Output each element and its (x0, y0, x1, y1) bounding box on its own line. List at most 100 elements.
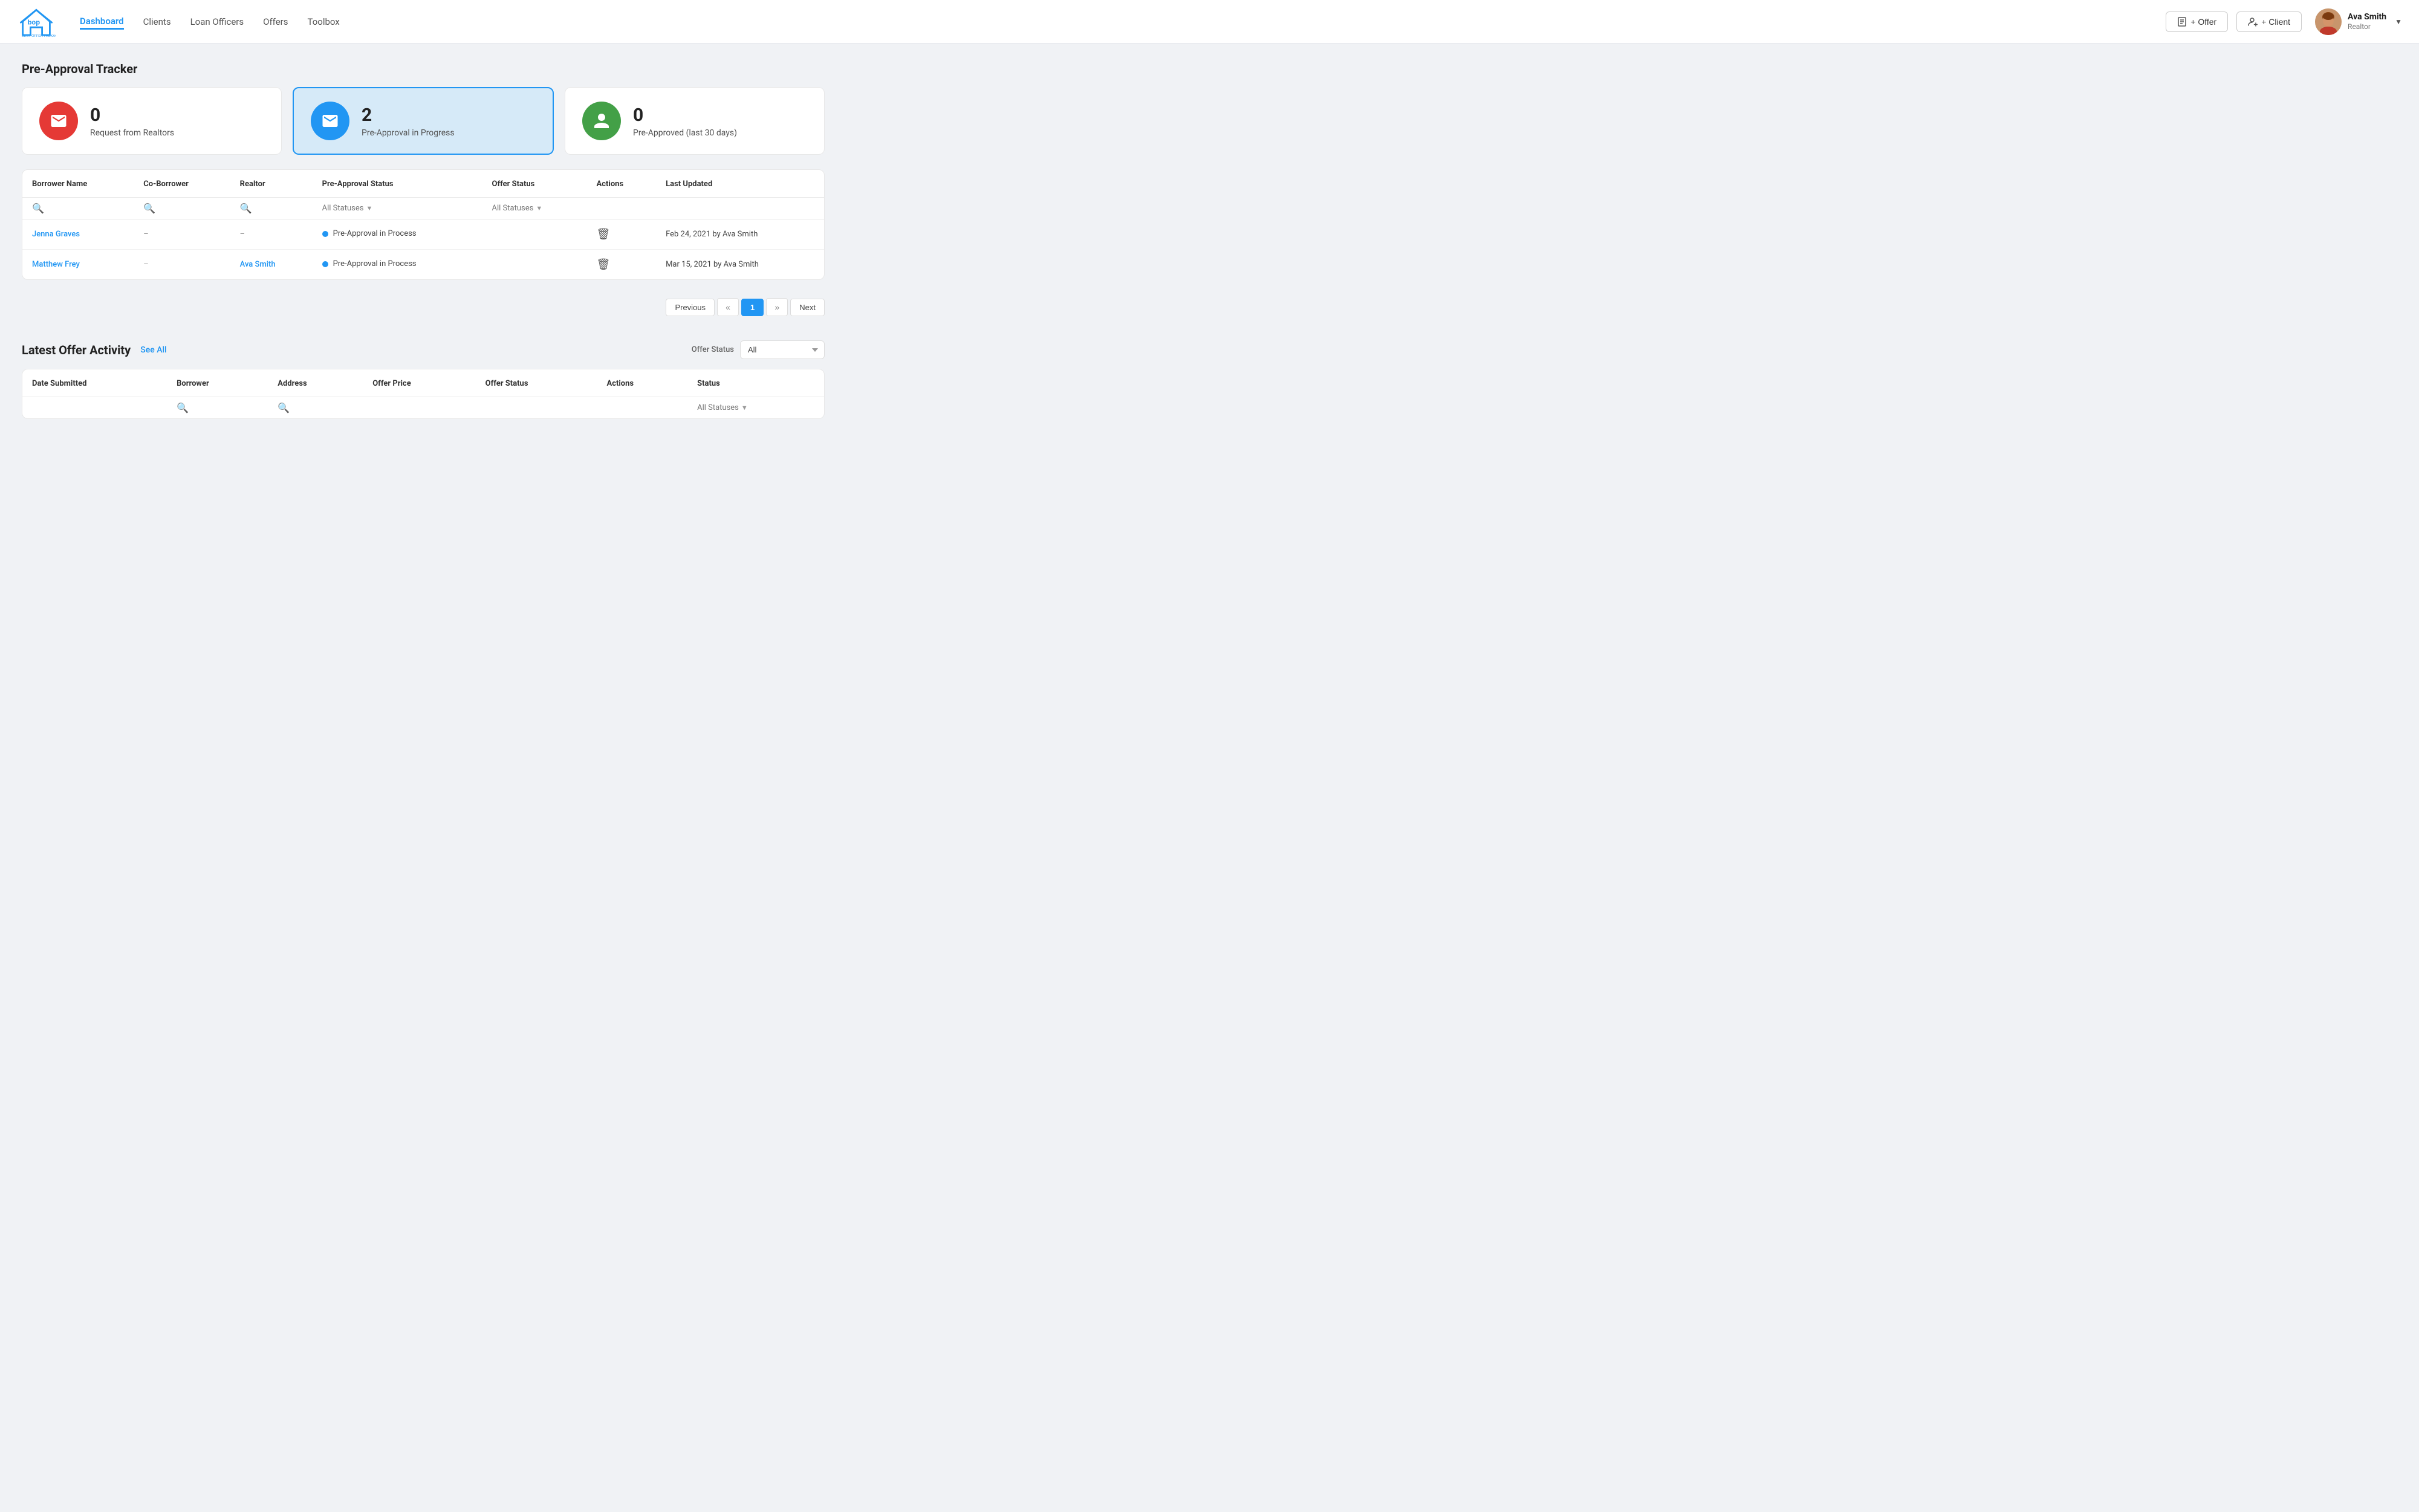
offer-col-borrower: Borrower (167, 369, 268, 397)
offer-col-status: Status (687, 369, 824, 397)
main-content: Pre-Approval Tracker 0 Request from Real… (0, 44, 846, 448)
mail-icon-red (39, 102, 78, 140)
nav-offers[interactable]: Offers (263, 14, 288, 30)
offer-status-col-arrow: ▼ (741, 404, 748, 412)
col-last-updated: Last Updated (656, 170, 824, 198)
table-row: Jenna Graves – – Pre-Approval in Process… (22, 219, 824, 250)
header: bop BEST OFFER PACKAGE Dashboard Clients… (0, 0, 2419, 44)
tracker-cards: 0 Request from Realtors 2 Pre-Approval i… (22, 87, 825, 155)
mail-icon-blue (311, 102, 349, 140)
offer-activity-section: Latest Offer Activity See All Offer Stat… (22, 340, 825, 419)
offer-status-col-filter[interactable]: All Statuses ▼ (697, 403, 814, 412)
status-dot-matthew (322, 261, 328, 267)
preapproval-status-jenna: Pre-Approval in Process (322, 229, 417, 238)
realtor-search[interactable]: 🔍 (230, 198, 313, 219)
svg-text:bop: bop (28, 19, 41, 26)
co-borrower-matthew: – (134, 250, 230, 280)
realtor-jenna: – (230, 219, 313, 250)
borrower-search[interactable]: 🔍 (22, 198, 134, 219)
offer-section-header: Latest Offer Activity See All Offer Stat… (22, 340, 825, 359)
inprogress-count: 2 (362, 105, 455, 126)
realtors-count: 0 (90, 105, 174, 126)
nav-loan-officers[interactable]: Loan Officers (190, 14, 244, 30)
offer-status-filter-label: Offer Status (692, 345, 734, 354)
preapproval-status-filter[interactable]: All Statuses ▼ (322, 204, 473, 213)
preapproval-status-arrow: ▼ (366, 204, 372, 212)
borrower-table: Borrower Name Co-Borrower Realtor Pre-Ap… (22, 170, 824, 279)
tracker-card-realtors: 0 Request from Realtors (22, 87, 282, 155)
col-preapproval-status: Pre-Approval Status (313, 170, 482, 198)
page-1-button[interactable]: 1 (741, 299, 764, 316)
co-borrower-search[interactable]: 🔍 (134, 198, 230, 219)
realtors-label: Request from Realtors (90, 128, 174, 138)
offer-address-search[interactable]: 🔍 (268, 397, 363, 419)
avatar (2315, 8, 2342, 35)
logo: bop BEST OFFER PACKAGE (17, 6, 56, 37)
nav-toolbox[interactable]: Toolbox (307, 14, 339, 30)
offer-filter-row: 🔍 🔍 All Statuses ▼ (22, 397, 824, 419)
table-row: Matthew Frey – Ava Smith Pre-Approval in… (22, 250, 824, 280)
offer-activity-title: Latest Offer Activity (22, 343, 131, 357)
realtor-link-matthew[interactable]: Ava Smith (240, 260, 276, 269)
add-client-button[interactable]: + Client (2236, 11, 2302, 32)
next-button[interactable]: Next (790, 299, 825, 316)
previous-button[interactable]: Previous (666, 299, 715, 316)
offer-icon (2177, 17, 2187, 27)
offer-status-arrow: ▼ (536, 204, 542, 212)
borrower-table-container: Borrower Name Co-Borrower Realtor Pre-Ap… (22, 169, 825, 280)
actions-filter-empty (597, 397, 687, 419)
last-updated-matthew: Mar 15, 2021 by Ava Smith (656, 250, 824, 280)
person-icon-green (582, 102, 621, 140)
delete-button-jenna[interactable]: 🗑 (596, 228, 610, 241)
price-filter-empty (363, 397, 475, 419)
add-person-icon (2248, 17, 2258, 27)
nav-clients[interactable]: Clients (143, 14, 171, 30)
borrower-link-matthew[interactable]: Matthew Frey (32, 260, 80, 269)
date-filter-empty (22, 397, 167, 419)
filter-row: 🔍 🔍 🔍 All Statuses ▼ All Statuses (22, 198, 824, 219)
offer-status-matthew (482, 250, 587, 280)
col-actions: Actions (586, 170, 656, 198)
tracker-card-approved: 0 Pre-Approved (last 30 days) (565, 87, 825, 155)
offer-col-address: Address (268, 369, 363, 397)
pagination: Previous « 1 » Next (22, 291, 825, 323)
col-offer-status: Offer Status (482, 170, 587, 198)
tracker-card-inprogress: 2 Pre-Approval in Progress (293, 87, 554, 155)
nav-dashboard[interactable]: Dashboard (80, 13, 124, 30)
approved-count: 0 (633, 105, 737, 126)
last-page-button[interactable]: » (766, 298, 788, 316)
inprogress-label: Pre-Approval in Progress (362, 128, 455, 138)
svg-text:BEST OFFER PACKAGE: BEST OFFER PACKAGE (22, 34, 56, 37)
preapproval-tracker: Pre-Approval Tracker 0 Request from Real… (22, 62, 825, 323)
offer-table-header-row: Date Submitted Borrower Address Offer Pr… (22, 369, 824, 397)
offer-col-price: Offer Price (363, 369, 475, 397)
offer-status-filter[interactable]: All Statuses ▼ (492, 204, 577, 213)
delete-button-matthew[interactable]: 🗑 (596, 258, 610, 271)
offer-status-filter-empty (476, 397, 597, 419)
offer-borrower-search[interactable]: 🔍 (167, 397, 268, 419)
see-all-link[interactable]: See All (140, 345, 166, 355)
approved-label: Pre-Approved (last 30 days) (633, 128, 737, 138)
add-offer-button[interactable]: + Offer (2166, 11, 2228, 32)
table-header-row: Borrower Name Co-Borrower Realtor Pre-Ap… (22, 170, 824, 198)
offer-status-select[interactable]: All Active Pending Closed (740, 340, 825, 359)
col-borrower-name: Borrower Name (22, 170, 134, 198)
borrower-link-jenna[interactable]: Jenna Graves (32, 230, 80, 239)
preapproval-status-matthew: Pre-Approval in Process (322, 259, 417, 268)
offer-table-container: Date Submitted Borrower Address Offer Pr… (22, 369, 825, 419)
offer-col-actions: Actions (597, 369, 687, 397)
col-realtor: Realtor (230, 170, 313, 198)
user-menu[interactable]: Ava Smith Realtor ▼ (2315, 8, 2402, 35)
user-menu-chevron: ▼ (2395, 18, 2402, 26)
first-page-button[interactable]: « (717, 298, 739, 316)
offer-status-jenna (482, 219, 587, 250)
preapproval-title: Pre-Approval Tracker (22, 62, 825, 76)
status-dot-jenna (322, 231, 328, 237)
offer-status-filter-area: Offer Status All Active Pending Closed (692, 340, 825, 359)
user-info: Ava Smith Realtor (2348, 11, 2386, 32)
header-actions: + Offer + Client (2166, 8, 2402, 35)
offer-table: Date Submitted Borrower Address Offer Pr… (22, 369, 824, 418)
col-co-borrower: Co-Borrower (134, 170, 230, 198)
offer-col-offer-status: Offer Status (476, 369, 597, 397)
main-nav: Dashboard Clients Loan Officers Offers T… (80, 13, 2166, 30)
